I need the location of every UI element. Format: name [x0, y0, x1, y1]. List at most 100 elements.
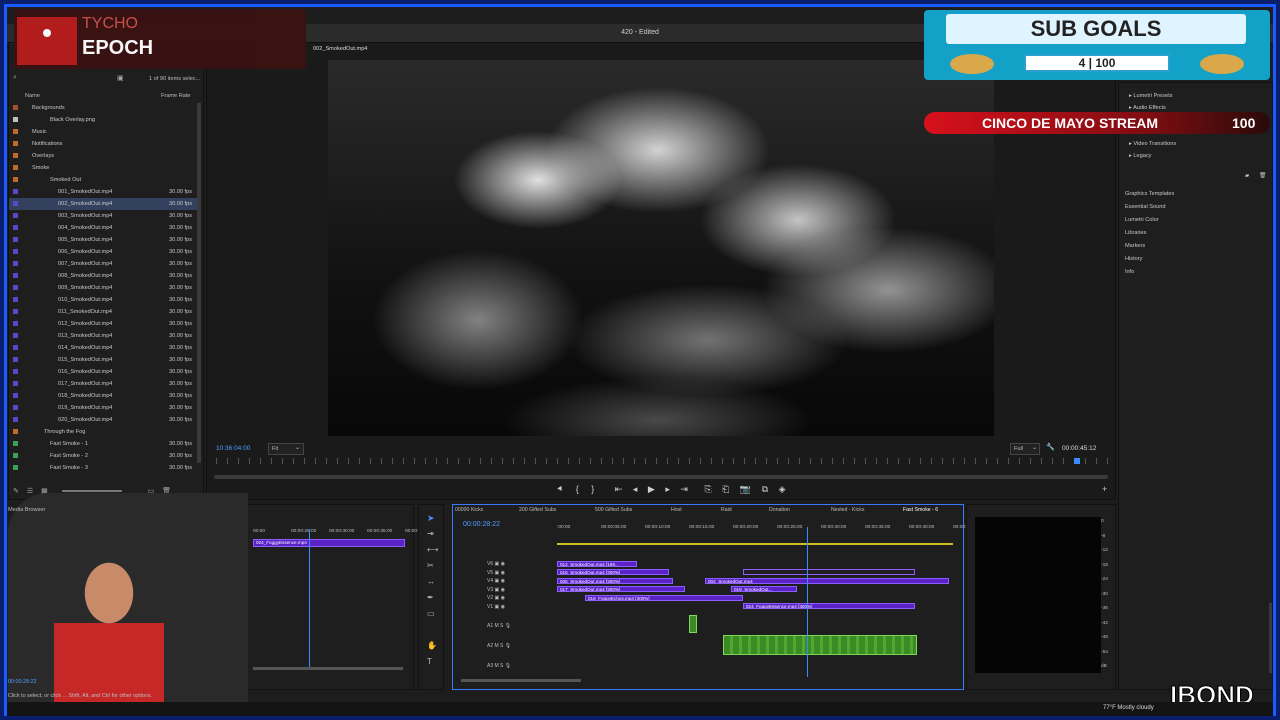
panel-tab[interactable]: Libraries — [1125, 230, 1146, 236]
folder-item[interactable]: Smoked Out — [9, 174, 199, 186]
meter-scroll[interactable] — [1269, 603, 1272, 673]
ripple-edit-icon[interactable]: ⟷ — [427, 545, 438, 554]
program-tab[interactable]: 002_SmokedOut.mp4 — [313, 46, 367, 52]
program-ruler[interactable] — [216, 458, 1108, 464]
search-icon[interactable]: ⌕ — [13, 74, 17, 82]
column-name[interactable]: Name — [25, 93, 40, 99]
step-forward-icon[interactable]: ▸ — [665, 484, 670, 494]
hand-tool-icon[interactable]: ✋ — [427, 641, 437, 650]
folder-item[interactable]: Overlays — [9, 150, 199, 162]
vr-icon[interactable]: ◈ — [779, 484, 786, 494]
panel-tab[interactable]: History — [1125, 256, 1142, 262]
sequence-tab[interactable]: 00000 Kicks — [455, 507, 483, 513]
extract-icon[interactable]: ⎗ — [722, 484, 729, 494]
timeline-ruler[interactable]: :00:00 00:00:05:00 00:00:10:00 00:00:15:00 0… — [557, 525, 966, 533]
new-bin-icon[interactable]: ▣ — [117, 74, 124, 82]
folder-item[interactable]: Smoke — [9, 162, 199, 174]
video-track-header[interactable]: V5 ▣ ◉ — [487, 570, 505, 576]
media-browser-label[interactable]: Media Browser — [8, 507, 45, 513]
sequence-item[interactable]: Fast Smoke - 2 30.00 fps — [9, 450, 199, 462]
timeline-scrollbar[interactable] — [461, 679, 581, 682]
sequence-tab[interactable]: 200 Gifted Subs — [519, 507, 556, 513]
lift-icon[interactable]: ⎘ — [704, 484, 711, 494]
timeline-clip[interactable]: 024_FoggyEssence.mp4 [300%] — [743, 603, 915, 609]
slip-tool-icon[interactable]: ↔ — [427, 577, 435, 586]
clip-item[interactable]: 013_SmokedOut.mp4 30.00 fps — [9, 330, 199, 342]
play-icon[interactable]: ▶ — [648, 484, 655, 494]
timeline-clip[interactable]: 018_FoggyEchos.mp4 [300%] — [585, 595, 743, 601]
clip-item[interactable]: 017_SmokedOut.mp4 30.00 fps — [9, 378, 199, 390]
sequence-tab[interactable]: Raid — [721, 507, 732, 513]
compare-icon[interactable]: ⧉ — [762, 484, 768, 494]
sequence-tab[interactable]: Donation — [769, 507, 790, 513]
source-playhead[interactable] — [309, 529, 310, 669]
audio-clip[interactable] — [723, 635, 917, 655]
clip-item[interactable]: 003_SmokedOut.mp4 30.00 fps — [9, 210, 199, 222]
folder-item[interactable]: Music — [9, 126, 199, 138]
quality-select[interactable]: Full ⌄ — [1010, 443, 1040, 455]
clip-item[interactable]: 020_SmokedOut.mp4 30.00 fps — [9, 414, 199, 426]
timeline-clip[interactable]: 002_SmokedOut.mp4 — [705, 578, 949, 584]
timeline-clip[interactable] — [743, 569, 915, 575]
audio-track-header[interactable]: A3 M S 🎙 — [487, 663, 511, 669]
folder-item[interactable]: Backgrounds — [9, 102, 199, 114]
timeline-clip[interactable]: 005_SmokedOut.mp4 [300%] — [557, 578, 673, 584]
source-scrollbar[interactable] — [253, 667, 403, 670]
sequence-item[interactable]: Through the Fog — [9, 426, 199, 438]
pencil-icon[interactable]: ✎ — [13, 488, 19, 495]
column-frame-rate[interactable]: Frame Rate — [161, 93, 191, 99]
clip-item[interactable]: 011_SmokedOut.mp4 30.00 fps — [9, 306, 199, 318]
clip-item[interactable]: 007_SmokedOut.mp4 30.00 fps — [9, 258, 199, 270]
clip-item[interactable]: 016_SmokedOut.mp4 30.00 fps — [9, 366, 199, 378]
list-view-icon[interactable]: ☰ — [27, 488, 33, 495]
audio-track-header[interactable]: A1 M S 🎙 — [487, 623, 511, 629]
timeline-clip[interactable]: 017_SmokedOut.mp4 [300%] — [557, 586, 685, 592]
timeline-playhead[interactable] — [807, 527, 808, 677]
mark-in-icon[interactable]: { — [576, 484, 579, 494]
audio-track-header[interactable]: A2 M S 🎙 — [487, 643, 511, 649]
selection-tool-icon[interactable]: ➤ — [427, 513, 435, 524]
program-scroll-bar[interactable] — [214, 475, 1108, 479]
panel-tab[interactable]: Essential Sound — [1125, 204, 1165, 210]
timeline-clip[interactable]: 012_SmokedOut.mp4 [199... — [557, 561, 637, 567]
rectangle-tool-icon[interactable]: ▭ — [427, 609, 435, 618]
export-frame-icon[interactable]: 📷 — [740, 484, 751, 494]
folder-item[interactable]: Black Overlay.png — [9, 114, 199, 126]
sequence-tab[interactable]: Nested - Kicks — [831, 507, 864, 513]
clip-item[interactable]: 019_SmokedOut.mp4 30.00 fps — [9, 402, 199, 414]
source-ruler[interactable]: 00:00 00:00:25:00 00:00:30:00 00:00:35:00 00… — [253, 529, 425, 535]
clip-item[interactable]: 015_SmokedOut.mp4 30.00 fps — [9, 354, 199, 366]
go-to-in-icon[interactable]: ⇤ — [615, 484, 623, 494]
playhead-marker[interactable] — [1074, 458, 1080, 464]
pen-tool-icon[interactable]: ✒ — [427, 593, 434, 602]
clip-item[interactable]: 010_SmokedOut.mp4 30.00 fps — [9, 294, 199, 306]
effects-item-video-transitions[interactable]: ▸ Video Transitions — [1129, 141, 1176, 147]
marker-icon[interactable]: ⯇ — [556, 484, 563, 494]
video-track-header[interactable]: V6 ▣ ◉ — [487, 561, 505, 567]
clip-item[interactable]: 008_SmokedOut.mp4 30.00 fps — [9, 270, 199, 282]
folder-icon[interactable]: ▰ — [1245, 173, 1249, 179]
sequence-tab[interactable]: Fast Smoke - 6 — [903, 507, 938, 513]
zoom-select[interactable]: Fit ⌄ — [268, 443, 304, 455]
type-tool-icon[interactable]: T — [427, 657, 432, 666]
panel-tab[interactable]: Lumetri Color — [1125, 217, 1159, 223]
clip-item[interactable]: 012_SmokedOut.mp4 30.00 fps — [9, 318, 199, 330]
add-button[interactable]: + — [1102, 484, 1107, 494]
video-track-header[interactable]: V2 ▣ ◉ — [487, 595, 505, 601]
step-back-icon[interactable]: ◂ — [633, 484, 638, 494]
timeline-clip[interactable]: 019_SmokedOut... — [731, 586, 797, 592]
video-track-header[interactable]: V4 ▣ ◉ — [487, 578, 505, 584]
go-to-out-icon[interactable]: ⇥ — [680, 484, 688, 494]
source-clip[interactable]: 024_FoggyEssence.mp4 — [253, 539, 405, 547]
video-track-header[interactable]: V3 ▣ ◉ — [487, 587, 505, 593]
video-track-header[interactable]: V1 ▣ ◉ — [487, 604, 505, 610]
zoom-slider[interactable] — [61, 490, 122, 493]
settings-wrench-icon[interactable]: 🔧 — [1046, 443, 1055, 451]
clip-item[interactable]: 001_SmokedOut.mp4 30.00 fps — [9, 186, 199, 198]
clip-item[interactable]: 004_SmokedOut.mp4 30.00 fps — [9, 222, 199, 234]
mark-out-icon[interactable]: } — [591, 484, 594, 494]
timeline-clip[interactable]: 016_SmokedOut.mp4 [300%] — [557, 569, 669, 575]
clip-item[interactable]: 002_SmokedOut.mp4 30.00 fps — [9, 198, 199, 210]
panel-tab[interactable]: Markers — [1125, 243, 1145, 249]
audio-clip[interactable] — [689, 615, 697, 633]
